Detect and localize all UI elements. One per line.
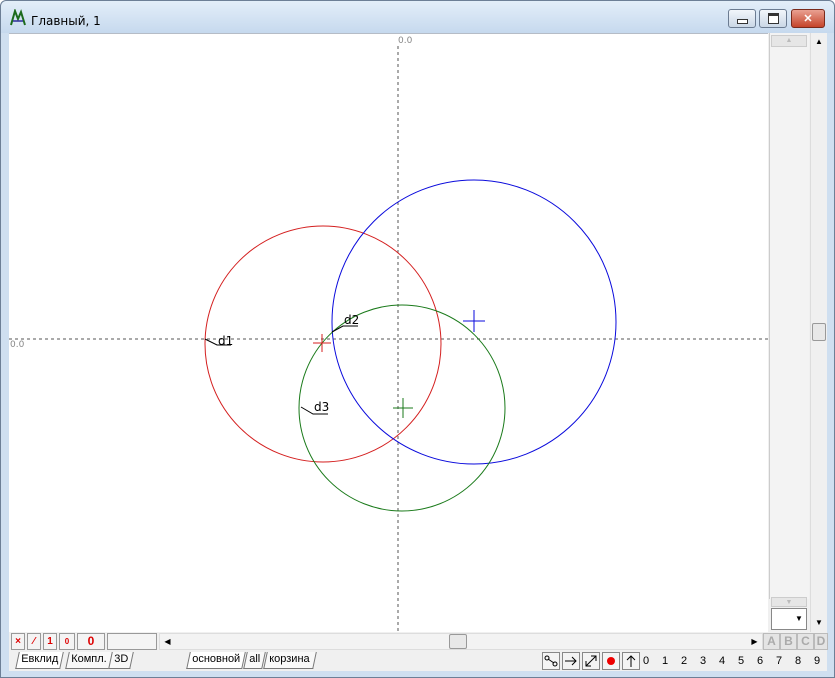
app-logo-icon — [10, 9, 26, 26]
node-tool-button[interactable] — [542, 652, 560, 670]
zero-small-button[interactable]: 0 — [59, 633, 75, 650]
red-circle[interactable] — [204, 225, 442, 463]
num-button-8[interactable]: 8 — [789, 653, 807, 669]
maximize-icon — [760, 10, 786, 27]
delete-button[interactable]: × — [11, 633, 25, 650]
label-d3: d3 — [314, 400, 329, 414]
maximize-button[interactable] — [759, 9, 787, 28]
minimize-icon — [729, 10, 755, 27]
label-d3-group[interactable]: d3 — [300, 400, 329, 415]
close-button[interactable]: ✕ — [791, 9, 825, 28]
scroll-left-icon[interactable]: ◀ — [160, 634, 175, 649]
geometry-svg: d1 d2 d3 — [9, 46, 768, 632]
chevron-down-icon: ▼ — [795, 614, 803, 623]
side-down-arrow-icon[interactable]: ▼ — [771, 597, 807, 607]
num-button-4[interactable]: 4 — [713, 653, 731, 669]
segment-button[interactable]: ⁄ — [27, 633, 41, 650]
side-panel: ▲ ▼ ▼ — [768, 33, 810, 632]
letter-b-button[interactable]: B — [780, 633, 797, 650]
tab-kompl[interactable]: Компл. — [65, 652, 113, 669]
letter-d-button[interactable]: D — [814, 633, 828, 650]
diagonal-arrow-tool-button[interactable] — [582, 652, 600, 670]
num-button-7[interactable]: 7 — [770, 653, 788, 669]
y-axis-origin-label: 0.0 — [398, 36, 413, 46]
num-button-5[interactable]: 5 — [732, 653, 750, 669]
arrow-right-tool-button[interactable] — [562, 652, 580, 670]
vertical-scroll-thumb[interactable] — [812, 323, 826, 341]
node-icon — [544, 655, 558, 667]
drawing-canvas[interactable]: d1 d2 d3 0.0 0.0 — [9, 33, 768, 632]
horizontal-scroll-thumb[interactable] — [449, 634, 467, 649]
num-button-3[interactable]: 3 — [694, 653, 712, 669]
label-d1: d1 — [218, 334, 233, 348]
tab-3d[interactable]: 3D — [108, 652, 134, 669]
vertical-scrollbar[interactable]: ▲ ▼ — [810, 33, 827, 632]
num-button-2[interactable]: 2 — [675, 653, 693, 669]
num-button-6[interactable]: 6 — [751, 653, 769, 669]
tab-all[interactable]: all — [243, 652, 266, 669]
green-center-cross[interactable] — [393, 398, 413, 418]
num-button-0[interactable]: 0 — [637, 653, 655, 669]
num-button-1[interactable]: 1 — [656, 653, 674, 669]
title-bar[interactable]: Главный, 1 ✕ — [1, 1, 834, 33]
close-icon: ✕ — [803, 13, 813, 25]
one-button[interactable]: 1 — [43, 633, 57, 650]
tab-osnovnoy[interactable]: основной — [186, 652, 246, 669]
diagonal-arrow-icon — [585, 655, 597, 667]
red-dot-icon — [607, 657, 615, 665]
letter-a-button[interactable]: A — [763, 633, 780, 650]
scroll-right-icon[interactable]: ▶ — [747, 634, 762, 649]
x-axis-origin-label: 0.0 — [10, 340, 25, 350]
status-row: × ⁄ 1 0 0 ◀ ▶ A B C D — [9, 632, 828, 651]
tab-korzina[interactable]: корзина — [263, 652, 317, 669]
horizontal-scrollbar[interactable]: ◀ ▶ — [159, 633, 763, 650]
status-field — [107, 633, 157, 650]
arrow-right-icon — [565, 656, 577, 666]
side-track — [769, 33, 809, 599]
side-up-arrow-icon[interactable]: ▲ — [771, 35, 807, 47]
side-dropdown[interactable]: ▼ — [771, 608, 807, 630]
window-title: Главный, 1 — [31, 14, 101, 28]
scroll-up-icon[interactable]: ▲ — [812, 35, 826, 49]
tabs-row: Евклид Компл. 3D основной all корзина 0 … — [9, 651, 827, 671]
point-tool-button[interactable] — [602, 652, 620, 670]
main-window: Главный, 1 ✕ d1 d2 d3 0.0 0.0 ▲ ▼ ▼ ▲ ▼ … — [0, 0, 835, 678]
num-button-9[interactable]: 9 — [808, 653, 826, 669]
blue-center-cross[interactable] — [463, 310, 485, 332]
letter-c-button[interactable]: C — [797, 633, 814, 650]
zero-counter: 0 — [77, 633, 105, 650]
minimize-button[interactable] — [728, 9, 756, 28]
tab-evklid[interactable]: Евклид — [15, 652, 64, 669]
label-d1-group[interactable]: d1 — [204, 334, 233, 348]
label-d2: d2 — [344, 313, 359, 327]
scroll-down-icon[interactable]: ▼ — [812, 616, 826, 630]
